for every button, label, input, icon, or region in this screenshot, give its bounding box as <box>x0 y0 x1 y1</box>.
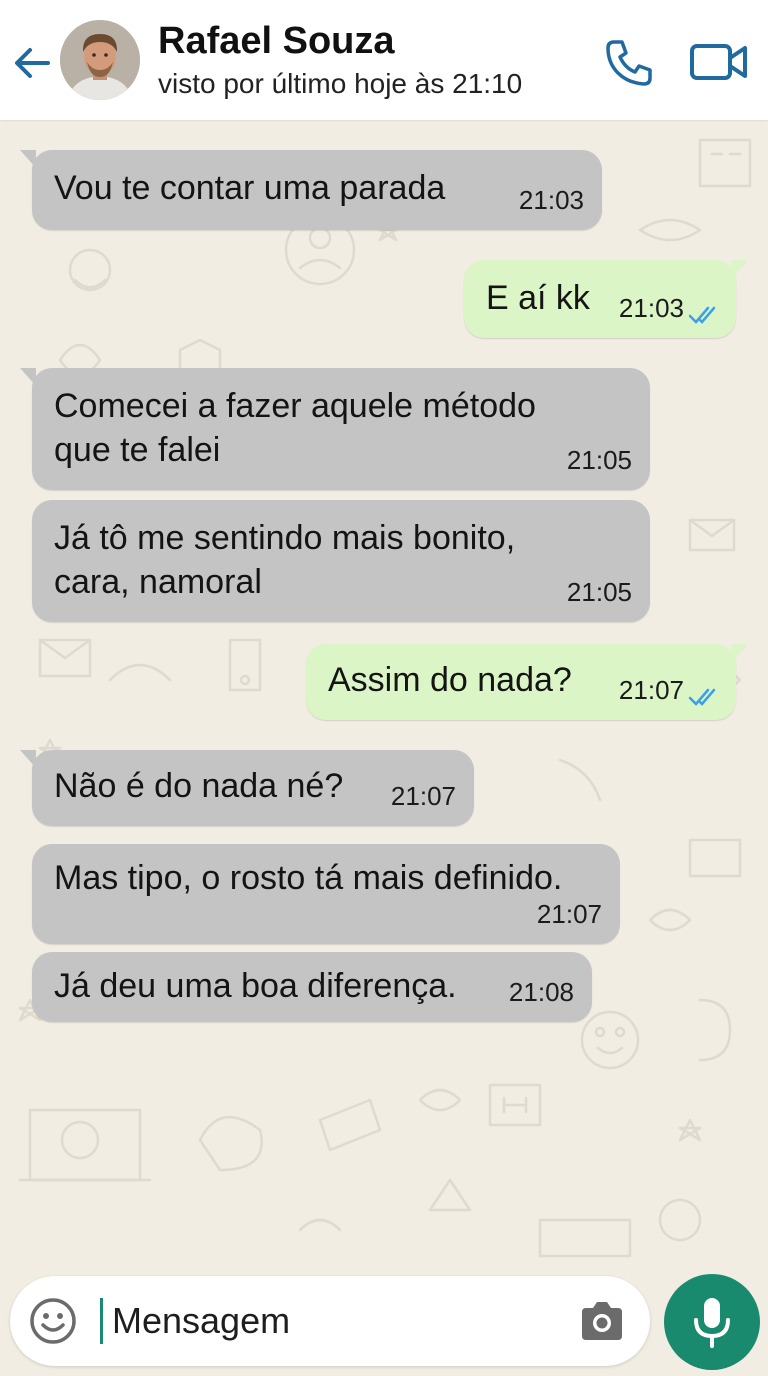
camera-button[interactable] <box>578 1298 626 1344</box>
message-text-line: Já tô me sentindo mais bonito, <box>54 519 516 557</box>
message-text: E aí kk <box>486 279 590 317</box>
arrow-left-icon <box>15 48 50 78</box>
bubble-tail <box>732 260 748 278</box>
bubble-tail <box>20 150 36 168</box>
message-text-line: Comecei a fazer aquele método <box>54 387 536 425</box>
message-text: Assim do nada? <box>328 661 572 699</box>
video-camera-icon <box>690 44 747 80</box>
contact-last-seen: visto por último hoje às 21:10 <box>158 68 523 99</box>
chat-header: Rafael Souza visto por último hoje às 21… <box>0 0 768 120</box>
message-time: 21:07 <box>390 781 456 811</box>
message-bubble-incoming[interactable]: Não é do nada né? 21:07 <box>20 750 474 826</box>
camera-icon <box>582 1302 622 1340</box>
bubble-tail <box>20 368 36 386</box>
bubble-tail <box>732 644 748 662</box>
message-text-line: cara, namoral <box>54 563 262 601</box>
double-check-icon <box>688 306 716 324</box>
message-bubble-incoming[interactable]: Já deu uma boa diferença. 21:08 <box>32 952 592 1022</box>
chat-area[interactable]: Vou te contar uma parada 21:03 E aí kk 2… <box>0 120 768 1270</box>
phone-icon <box>606 40 652 86</box>
voice-message-button[interactable] <box>664 1274 760 1370</box>
message-bubble-incoming[interactable]: Vou te contar uma parada 21:03 <box>20 150 602 230</box>
message-bubble-incoming[interactable]: Comecei a fazer aquele método que te fal… <box>20 368 650 490</box>
avatar-photo <box>60 20 140 100</box>
message-time: 21:05 <box>566 445 632 475</box>
bubble-tail <box>20 750 36 768</box>
message-composer <box>10 1276 650 1366</box>
emoji-button[interactable] <box>28 1296 78 1346</box>
message-text: Vou te contar uma parada <box>54 169 446 207</box>
message-time: 21:07 <box>536 899 602 929</box>
message-text: Já deu uma boa diferença. <box>54 967 457 1005</box>
back-button[interactable] <box>10 40 56 86</box>
message-time: 21:07 <box>618 675 684 705</box>
message-text-line: que te falei <box>54 431 221 469</box>
message-input[interactable] <box>110 1290 554 1352</box>
message-bubble-outgoing[interactable]: Assim do nada? 21:07 <box>306 644 748 720</box>
message-time: 21:05 <box>566 577 632 607</box>
message-time: 21:08 <box>508 977 574 1007</box>
message-bubble-incoming[interactable]: Mas tipo, o rosto tá mais definido. 21:0… <box>32 844 620 944</box>
message-time: 21:03 <box>518 185 584 215</box>
video-call-button[interactable] <box>688 36 750 90</box>
message-text: Mas tipo, o rosto tá mais definido. <box>54 859 563 897</box>
message-bubble-incoming[interactable]: Já tô me sentindo mais bonito, cara, nam… <box>32 500 650 622</box>
avatar[interactable] <box>60 20 140 100</box>
message-text: Não é do nada né? <box>54 767 344 805</box>
message-bubble-outgoing[interactable]: E aí kk 21:03 <box>464 260 748 338</box>
text-caret <box>100 1298 103 1344</box>
contact-name[interactable]: Rafael Souza <box>158 20 395 63</box>
message-time: 21:03 <box>618 293 684 323</box>
voice-call-button[interactable] <box>600 34 658 92</box>
double-check-icon <box>688 688 716 706</box>
microphone-icon <box>694 1298 730 1348</box>
smiley-icon <box>30 1298 76 1344</box>
